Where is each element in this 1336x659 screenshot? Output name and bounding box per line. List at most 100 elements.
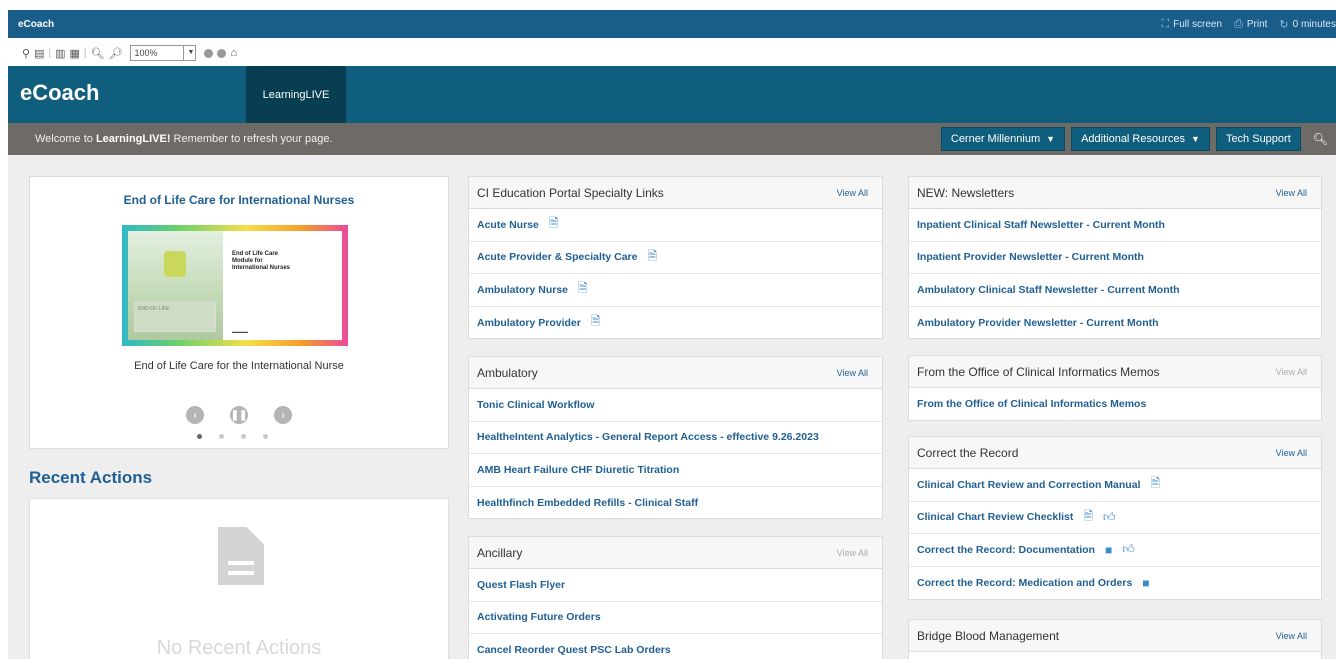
panel-clinical-informatics-memos: From the Office of Clinical Informatics … bbox=[908, 355, 1322, 421]
home-icon[interactable]: ⌂ bbox=[230, 47, 237, 59]
document-icon[interactable]: 🗎 bbox=[549, 214, 559, 235]
document-icon bbox=[218, 527, 264, 585]
view-all-link[interactable]: View All bbox=[837, 368, 868, 378]
document-icon[interactable]: 🗎 bbox=[1150, 474, 1160, 495]
window-actions: ⛶ Full screen ⎙ Print ↻ 0 minutes bbox=[1161, 18, 1336, 31]
carousel-indicators bbox=[197, 434, 268, 439]
panel-bridge-blood-management: Bridge Blood Management View All bbox=[908, 619, 1322, 659]
link-label: HealtheIntent Analytics - General Report… bbox=[477, 431, 819, 444]
link-label: Ambulatory Provider bbox=[477, 316, 581, 329]
link-item[interactable]: From the Office of Clinical Informatics … bbox=[909, 388, 1321, 421]
carousel-dot[interactable] bbox=[197, 434, 202, 439]
carousel-dot[interactable] bbox=[241, 434, 246, 439]
link-item[interactable]: Ambulatory Clinical Staff Newsletter - C… bbox=[909, 274, 1321, 307]
link-item[interactable]: Tonic Clinical Workflow bbox=[469, 389, 882, 422]
document-icon[interactable]: 🗎 bbox=[591, 312, 601, 333]
panel-title: Correct the Record bbox=[917, 445, 1019, 460]
app-brand[interactable]: eCoach bbox=[8, 66, 246, 123]
link-item[interactable]: Inpatient Clinical Staff Newsletter - Cu… bbox=[909, 209, 1321, 242]
previous-icon[interactable]: ‹ bbox=[186, 406, 204, 424]
panel-header: Correct the Record View All bbox=[909, 437, 1321, 469]
panel-ci-education: CI Education Portal Specialty Links View … bbox=[468, 176, 883, 339]
carousel-dot[interactable] bbox=[219, 434, 224, 439]
video-icon[interactable]: ■ bbox=[1142, 576, 1149, 590]
carousel-title[interactable]: End of Life Care for International Nurse… bbox=[30, 193, 448, 207]
print-button[interactable]: ⎙ Print bbox=[1234, 18, 1267, 31]
panel-title: Ancillary bbox=[477, 545, 523, 560]
link-label: Inpatient Clinical Staff Newsletter - Cu… bbox=[917, 218, 1165, 231]
link-item[interactable]: Inpatient Provider Newsletter - Current … bbox=[909, 242, 1321, 274]
link-item[interactable]: AMB Heart Failure CHF Diuretic Titration bbox=[469, 454, 882, 487]
link-item[interactable]: HealtheIntent Analytics - General Report… bbox=[469, 422, 882, 454]
next-icon[interactable]: › bbox=[274, 406, 292, 424]
thumbnail-panel: END-OF-LIFE bbox=[134, 302, 216, 332]
link-item[interactable]: Acute Provider & Specialty Care 🗎 bbox=[469, 242, 882, 274]
link-label: Healthfinch Embedded Refills - Clinical … bbox=[477, 496, 699, 509]
link-label: Acute Provider & Specialty Care bbox=[477, 251, 638, 264]
thumbs-up-icon[interactable]: 👍︎ bbox=[1122, 542, 1135, 557]
additional-resources-menu[interactable]: Additional Resources ▼ bbox=[1071, 127, 1210, 151]
tech-support-button[interactable]: Tech Support bbox=[1215, 127, 1301, 151]
recent-actions-box: No Recent Actions bbox=[29, 498, 449, 659]
save-icon[interactable]: ▦ bbox=[69, 47, 79, 60]
carousel-caption: End of Life Care for the International N… bbox=[134, 360, 344, 372]
vase-image bbox=[164, 251, 186, 277]
link-item[interactable]: Correct the Record: Documentation ■ 👍︎ bbox=[909, 534, 1321, 567]
binoculars-icon[interactable]: ⚲ bbox=[22, 47, 30, 60]
link-label: From the Office of Clinical Informatics … bbox=[917, 398, 1147, 411]
timer-button[interactable]: ↻ 0 minutes bbox=[1279, 18, 1336, 31]
zoom-out-icon[interactable]: 🔎︎ bbox=[108, 47, 122, 60]
link-item[interactable]: Ambulatory Provider 🗎 bbox=[469, 307, 882, 340]
pause-icon[interactable]: ❚❚ bbox=[230, 406, 248, 424]
view-all-link[interactable]: View All bbox=[837, 548, 868, 558]
view-all-link[interactable]: View All bbox=[1276, 367, 1307, 377]
link-item[interactable]: Clinical Chart Review Checklist 🗎 👍︎ bbox=[909, 502, 1321, 534]
document-icon[interactable]: 🗎 bbox=[1083, 507, 1093, 528]
zoom-select[interactable]: 100% ▼ bbox=[130, 45, 197, 61]
video-icon[interactable]: ■ bbox=[1105, 543, 1112, 557]
forward-icon[interactable] bbox=[217, 48, 227, 58]
link-label: Ambulatory Clinical Staff Newsletter - C… bbox=[917, 283, 1180, 296]
main-content: End of Life Care for International Nurse… bbox=[8, 155, 1336, 659]
link-item[interactable]: Healthfinch Embedded Refills - Clinical … bbox=[469, 487, 882, 520]
link-item[interactable]: Cancel Reorder Quest PSC Lab Orders bbox=[469, 634, 882, 659]
welcome-bold: LearningLIVE! bbox=[95, 133, 171, 145]
fullscreen-button[interactable]: ⛶ Full screen bbox=[1161, 18, 1222, 31]
link-label: Correct the Record: Medication and Order… bbox=[917, 576, 1133, 589]
link-item[interactable]: Correct the Record: Medication and Order… bbox=[909, 567, 1321, 600]
panel-title: From the Office of Clinical Informatics … bbox=[917, 364, 1160, 379]
zoom-in-icon[interactable]: 🔍︎ bbox=[91, 47, 105, 60]
link-item[interactable]: Acute Nurse 🗎 bbox=[469, 209, 882, 242]
document-icon[interactable]: 🗎 bbox=[578, 279, 588, 300]
welcome-bar: Welcome to LearningLIVE! Remember to ref… bbox=[8, 123, 1336, 155]
carousel-thumbnail[interactable]: END-OF-LIFE End of Life Care Module for … bbox=[122, 225, 348, 346]
print-preview-icon[interactable]: ▥ bbox=[55, 47, 65, 60]
link-item[interactable]: Quest Flash Flyer bbox=[469, 569, 882, 602]
panel-header: NEW: Newsletters View All bbox=[909, 177, 1321, 209]
thumbs-up-icon[interactable]: 👍︎ bbox=[1103, 510, 1116, 525]
link-item[interactable]: Activating Future Orders bbox=[469, 602, 882, 634]
page-icon[interactable]: ▤ bbox=[34, 47, 44, 60]
view-all-link[interactable]: View All bbox=[837, 188, 868, 198]
back-icon[interactable] bbox=[204, 48, 214, 58]
thumbnail-text: End of Life Care Module for Internationa… bbox=[232, 251, 291, 271]
link-item[interactable]: Ambulatory Provider Newsletter - Current… bbox=[909, 307, 1321, 340]
view-all-link[interactable]: View All bbox=[1276, 631, 1307, 641]
panel-header: Ambulatory View All bbox=[469, 357, 882, 389]
view-all-link[interactable]: View All bbox=[1276, 448, 1307, 458]
thumbnail-footer: ▬▬▬▬ bbox=[232, 329, 248, 334]
search-icon[interactable]: 🔍︎ bbox=[1307, 132, 1328, 146]
nav-tab-learninglive[interactable]: LearningLIVE bbox=[246, 66, 346, 123]
link-item[interactable]: Clinical Chart Review and Correction Man… bbox=[909, 469, 1321, 502]
zoom-value: 100% bbox=[134, 48, 158, 58]
panel-title: Bridge Blood Management bbox=[917, 628, 1060, 643]
chevron-down-icon: ▼ bbox=[183, 46, 195, 60]
link-label: Ambulatory Provider Newsletter - Current… bbox=[917, 316, 1159, 329]
cerner-millennium-menu[interactable]: Cerner Millennium ▼ bbox=[940, 127, 1066, 151]
carousel-dot[interactable] bbox=[263, 434, 268, 439]
link-item[interactable]: Ambulatory Nurse 🗎 bbox=[469, 274, 882, 307]
document-icon[interactable]: 🗎 bbox=[647, 247, 657, 268]
view-all-link[interactable]: View All bbox=[1276, 188, 1307, 198]
browser-toolbar: ⚲ ▤ | ▥ ▦ | 🔍︎ 🔎︎ 100% ▼ ⌂ bbox=[8, 38, 1336, 68]
app-header: eCoach LearningLIVE bbox=[8, 66, 1336, 123]
